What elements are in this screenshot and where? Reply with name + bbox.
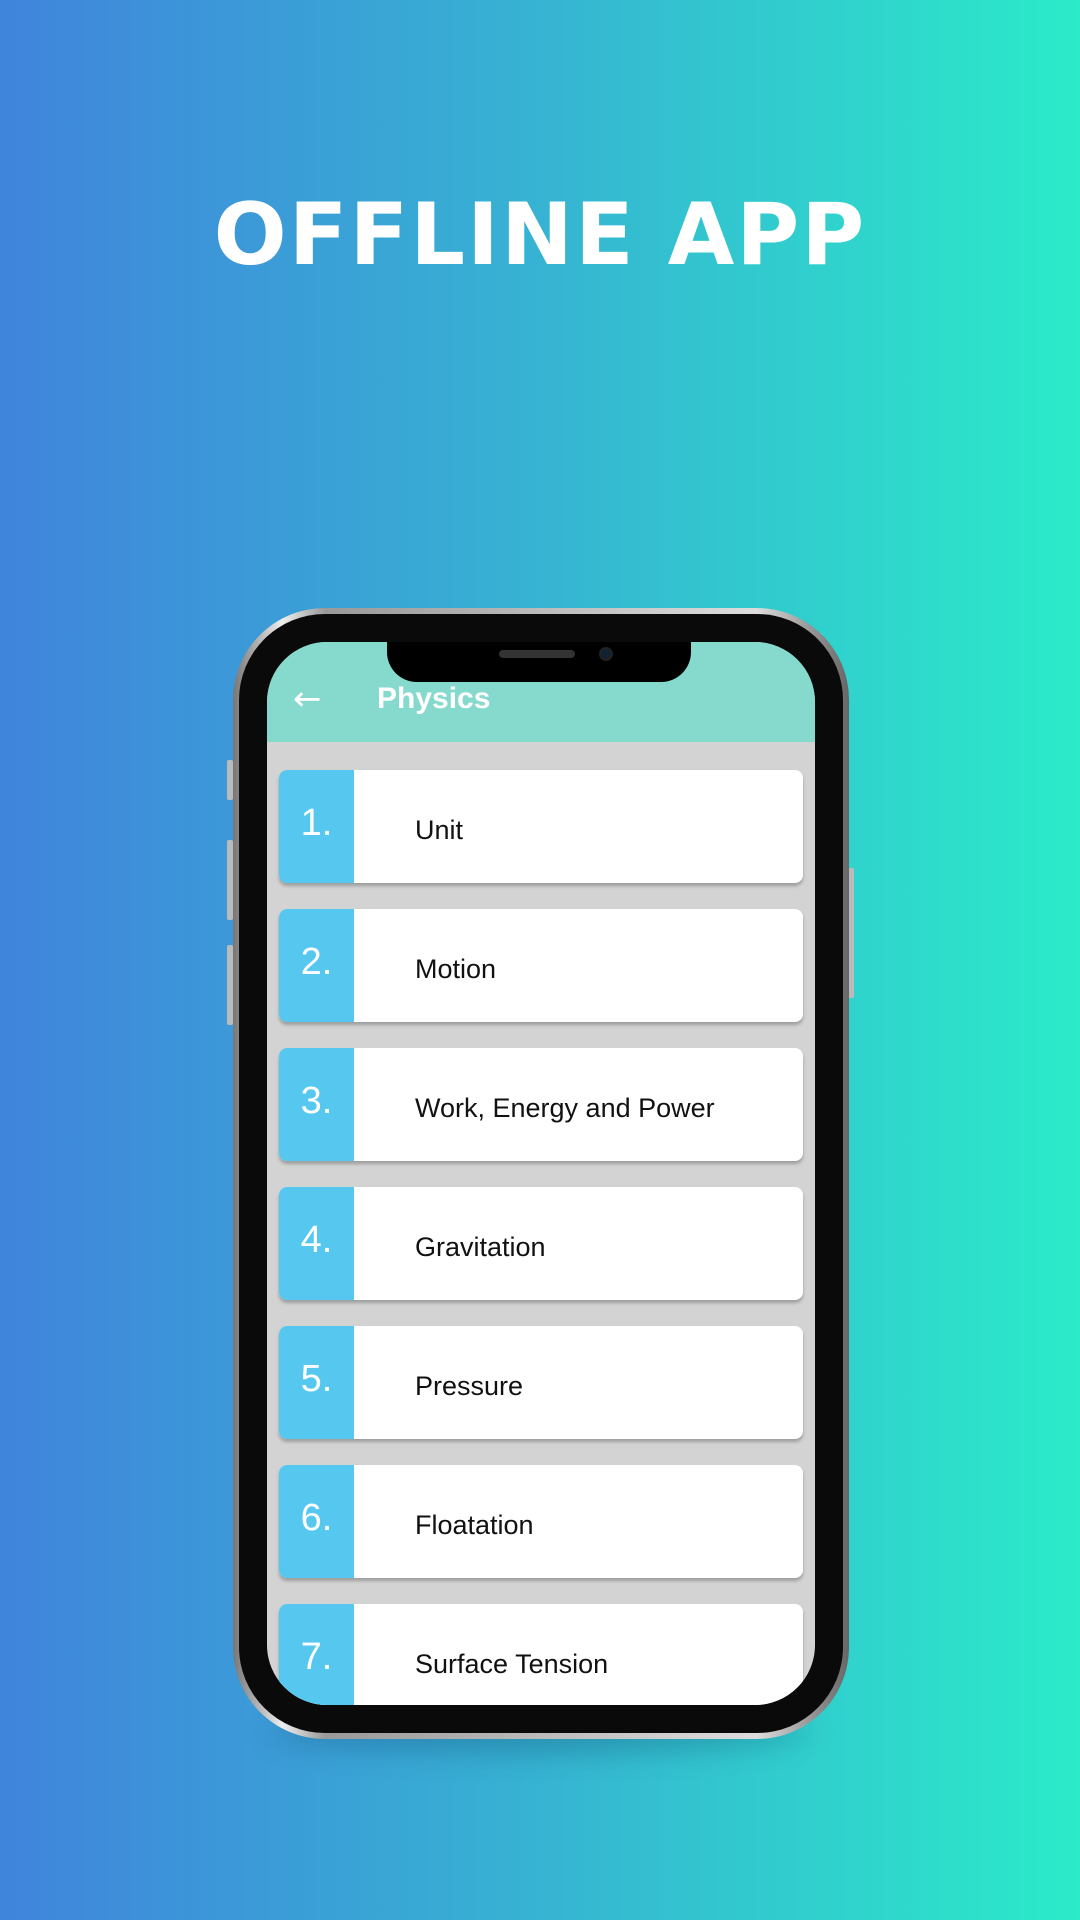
chapter-item[interactable]: 3. Work, Energy and Power (279, 1048, 803, 1161)
chapter-item[interactable]: 4. Gravitation (279, 1187, 803, 1300)
chapter-title: Surface Tension (415, 1649, 609, 1679)
arrow-left-icon[interactable]: ← (293, 682, 322, 716)
chapter-title: Unit (415, 815, 464, 845)
chapter-number: 3. (279, 1048, 354, 1161)
chapter-item[interactable]: 7. Surface Tension (279, 1604, 803, 1705)
chapter-number: 1. (279, 770, 354, 883)
chapter-title: Pressure (415, 1371, 524, 1401)
app-title: Physics (377, 682, 491, 715)
chapter-item[interactable]: 1. Unit (279, 770, 803, 883)
promo-headline: OFFLINE APP (213, 185, 867, 285)
phone-frame: ← Physics 1. Unit 2. Motion 3. Work, Energy… (233, 608, 849, 1739)
chapter-item[interactable]: 6. Floatation (279, 1465, 803, 1578)
chapter-number: 4. (279, 1187, 354, 1300)
phone-screen: ← Physics 1. Unit 2. Motion 3. Work, Energy… (267, 642, 815, 1705)
chapter-item[interactable]: 5. Pressure (279, 1326, 803, 1439)
camera-icon (599, 647, 613, 661)
chapter-number: 5. (279, 1326, 354, 1439)
chapter-number: 7. (279, 1604, 354, 1705)
chapter-title: Gravitation (415, 1232, 546, 1262)
phone-notch (387, 642, 691, 682)
chapter-title: Work, Energy and Power (415, 1093, 715, 1123)
speaker-grille (499, 650, 575, 658)
chapter-item[interactable]: 2. Motion (279, 909, 803, 1022)
chapter-number: 2. (279, 909, 354, 1022)
chapter-list: 1. Unit 2. Motion 3. Work, Energy and Power… (267, 742, 815, 1705)
chapter-title: Motion (415, 954, 497, 984)
chapter-number: 6. (279, 1465, 354, 1578)
chapter-title: Floatation (415, 1510, 534, 1540)
